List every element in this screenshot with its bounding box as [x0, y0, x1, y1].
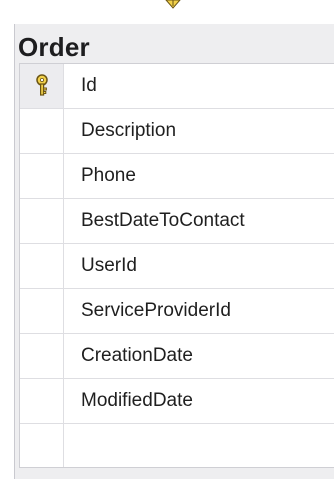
column-row[interactable]: BestDateToContact	[20, 199, 334, 244]
row-selector[interactable]	[20, 244, 64, 288]
column-grid: Id Description Phone BestDateToContact U…	[19, 63, 334, 468]
row-selector[interactable]	[20, 64, 64, 108]
row-selector[interactable]	[20, 424, 64, 467]
row-selector[interactable]	[20, 199, 64, 243]
table-order[interactable]: Order Id Description Phone BestDateToCon…	[14, 24, 334, 479]
column-name: BestDateToContact	[81, 210, 245, 231]
column-name: Id	[81, 75, 97, 96]
column-row[interactable]: Phone	[20, 154, 334, 199]
row-selector[interactable]	[20, 109, 64, 153]
key-icon	[34, 74, 50, 98]
column-row[interactable]: Id	[20, 64, 334, 109]
diagram-canvas: Order Id Description Phone BestDateToCon…	[0, 0, 334, 479]
column-row[interactable]: CreationDate	[20, 334, 334, 379]
row-selector[interactable]	[20, 334, 64, 378]
row-selector[interactable]	[20, 379, 64, 423]
column-name: Description	[81, 120, 177, 141]
table-title: Order	[18, 32, 90, 62]
column-row[interactable]: ServiceProviderId	[20, 289, 334, 334]
row-selector[interactable]	[20, 154, 64, 198]
column-name: CreationDate	[81, 345, 193, 366]
column-name: ServiceProviderId	[81, 300, 231, 321]
column-row[interactable]: UserId	[20, 244, 334, 289]
column-row[interactable]: ModifiedDate	[20, 379, 334, 424]
column-name: Phone	[81, 165, 136, 186]
column-name: ModifiedDate	[81, 390, 193, 411]
column-row[interactable]: Description	[20, 109, 334, 154]
connector-arrow-icon[interactable]	[0, 0, 334, 24]
row-selector[interactable]	[20, 289, 64, 333]
new-column-row[interactable]	[20, 424, 334, 467]
column-name: UserId	[81, 255, 137, 276]
